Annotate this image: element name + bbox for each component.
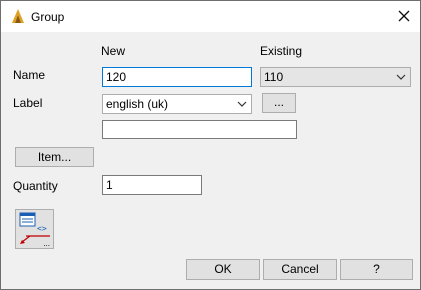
- label-text-input[interactable]: [102, 120, 297, 139]
- column-header-existing: Existing: [260, 44, 303, 58]
- svg-text:<>: <>: [37, 224, 47, 233]
- app-logo-icon: [10, 8, 26, 24]
- name-label: Name: [13, 68, 46, 82]
- title-bar: Group: [1, 1, 420, 32]
- label-browse-button[interactable]: ...: [262, 93, 296, 113]
- chevron-down-icon: [395, 68, 407, 86]
- ok-button[interactable]: OK: [186, 259, 260, 280]
- cancel-button[interactable]: Cancel: [263, 259, 337, 280]
- window-title: Group: [31, 10, 65, 24]
- item-button[interactable]: Item...: [15, 147, 94, 167]
- chevron-down-icon: [236, 95, 248, 113]
- quantity-label: Quantity: [13, 179, 58, 193]
- help-button[interactable]: ?: [340, 259, 413, 280]
- tool-more-label: ...: [43, 239, 50, 248]
- quantity-input[interactable]: 1: [102, 175, 202, 195]
- name-new-input[interactable]: 120: [102, 67, 252, 87]
- script-tool-button[interactable]: <> ...: [15, 209, 54, 249]
- existing-name-select[interactable]: 110: [260, 67, 411, 87]
- label-language-select[interactable]: english (uk): [102, 94, 252, 114]
- close-button[interactable]: [391, 4, 417, 28]
- existing-name-value: 110: [264, 70, 284, 84]
- label-language-value: english (uk): [106, 97, 169, 111]
- label-label: Label: [13, 96, 43, 110]
- column-header-new: New: [101, 44, 126, 58]
- group-dialog: Group New Existing Name 120 110 Label en…: [0, 0, 421, 290]
- close-icon: [398, 10, 410, 22]
